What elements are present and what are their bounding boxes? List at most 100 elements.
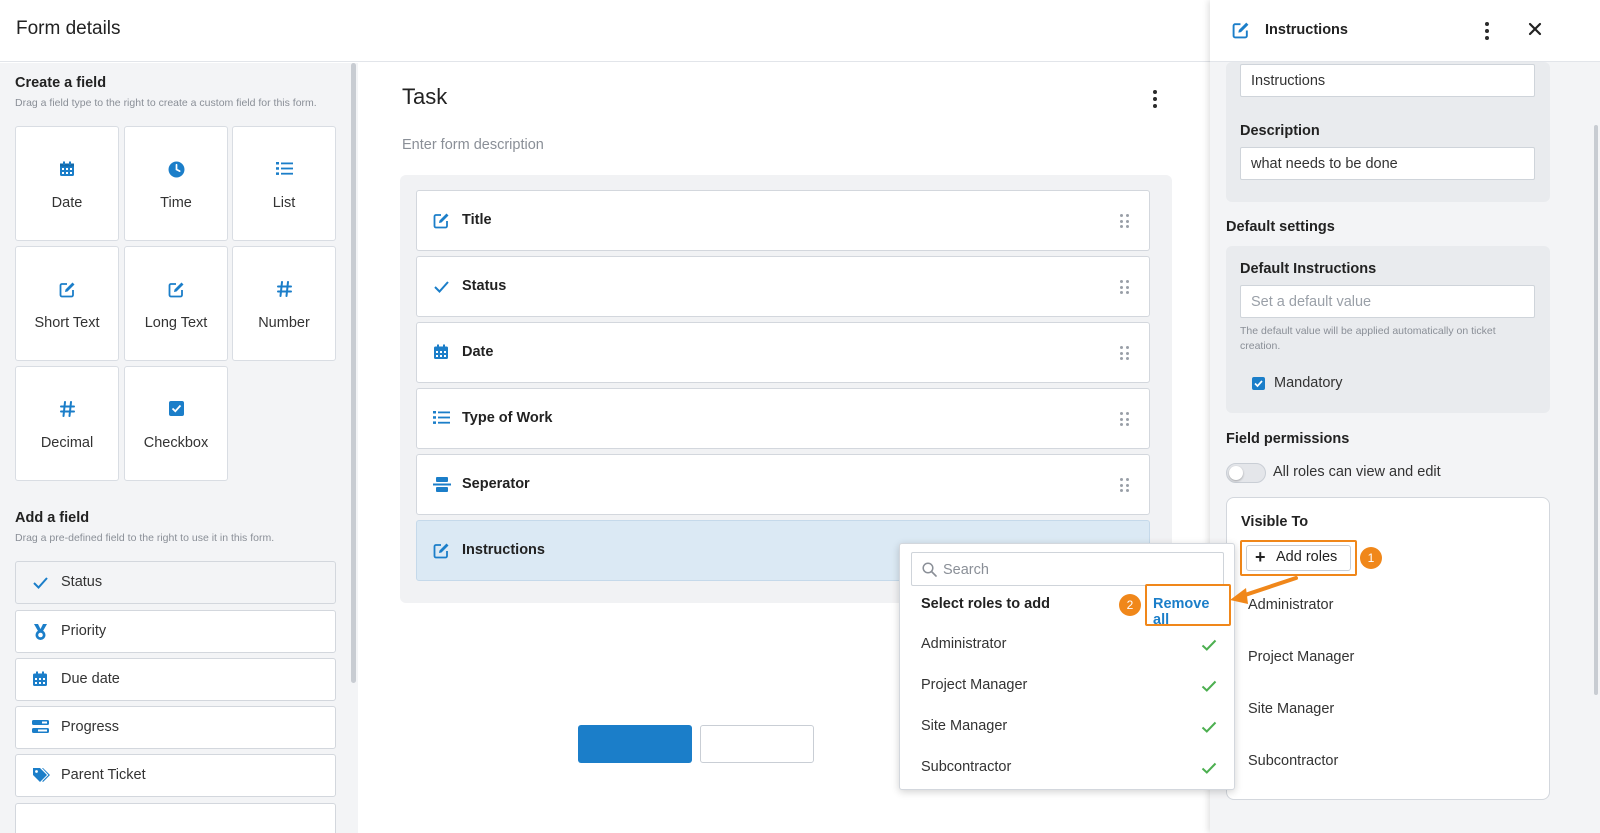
visible-to-label: Visible To [1241, 514, 1309, 530]
add-field-subtitle: Drag a pre-defined field to the right to… [15, 532, 275, 544]
separator-icon [433, 476, 451, 498]
visible-role: Project Manager [1248, 649, 1355, 665]
form-row-separator[interactable]: Seperator [416, 454, 1150, 515]
general-card: Instructions Description what needs to b… [1226, 62, 1550, 202]
panel-scrollbar[interactable] [1594, 125, 1598, 695]
tile-label: Number [258, 315, 310, 331]
tag-icon [32, 767, 50, 788]
remove-all-label: Remove all [1153, 596, 1210, 628]
add-roles-button[interactable]: + Add roles [1240, 540, 1357, 576]
field-name-input[interactable]: Instructions [1240, 64, 1535, 97]
calendar-icon [16, 161, 118, 181]
tile-date[interactable]: Date [15, 126, 119, 241]
field-label: Due date [61, 671, 120, 687]
field-next-partial[interactable] [15, 803, 336, 833]
default-settings-card: Default Instructions Set a default value… [1226, 246, 1550, 413]
tile-label: List [272, 195, 296, 211]
form-title[interactable]: Task [402, 84, 447, 110]
field-label: Parent Ticket [61, 767, 146, 783]
save-button[interactable] [578, 725, 692, 763]
page-title: Form details [16, 18, 121, 39]
panel-title: Instructions [1265, 22, 1348, 38]
form-row-label: Title [462, 212, 492, 228]
add-roles-label: Add roles [1276, 549, 1338, 565]
toggle-label: All roles can view and edit [1273, 464, 1441, 480]
field-status[interactable]: Status [15, 561, 336, 604]
field-label: Progress [61, 719, 120, 735]
form-row-date[interactable]: Date [416, 322, 1150, 383]
tile-label: Date [51, 195, 83, 211]
field-due-date[interactable]: Due date [15, 658, 336, 701]
form-row-label: Status [462, 278, 507, 294]
roles-search-input[interactable]: Search [911, 552, 1224, 586]
form-row-status[interactable]: Status [416, 256, 1150, 317]
check-icon [32, 574, 49, 596]
edit-icon [1232, 21, 1250, 44]
tile-time[interactable]: Time [124, 126, 228, 241]
panel-header: Instructions [1210, 0, 1600, 62]
edit-icon [433, 212, 450, 234]
default-settings-title: Default settings [1226, 219, 1335, 235]
mandatory-checkbox[interactable] [1252, 377, 1265, 390]
dropdown-item-site-manager[interactable]: Site Manager [921, 718, 1007, 734]
calendar-icon [32, 671, 48, 692]
default-hint: The default value will be applied automa… [1240, 325, 1496, 352]
edit-icon [125, 281, 227, 301]
dropdown-item-administrator[interactable]: Administrator [921, 636, 1006, 652]
drag-handle-icon[interactable] [1120, 346, 1129, 361]
panel-menu-icon[interactable] [1484, 22, 1490, 40]
check-icon [1201, 638, 1217, 657]
form-menu-icon[interactable] [1152, 90, 1158, 108]
drag-handle-icon[interactable] [1120, 214, 1129, 229]
tile-long-text[interactable]: Long Text [124, 246, 228, 361]
field-label: Priority [61, 623, 107, 639]
form-row-label: Type of Work [462, 410, 553, 426]
dropdown-heading: Select roles to add [921, 596, 1050, 612]
form-description-input[interactable]: Enter form description [402, 137, 544, 153]
tile-label: Short Text [34, 315, 100, 331]
dropdown-item-project-manager[interactable]: Project Manager [921, 677, 1027, 693]
list-icon [433, 410, 450, 430]
field-progress[interactable]: Progress [15, 706, 336, 749]
tile-list[interactable]: List [232, 126, 336, 241]
tile-label: Time [160, 195, 192, 211]
list-icon [233, 161, 335, 181]
description-input[interactable]: what needs to be done [1240, 147, 1535, 180]
form-row-title[interactable]: Title [416, 190, 1150, 251]
drag-handle-icon[interactable] [1120, 280, 1129, 295]
close-icon[interactable] [1528, 22, 1542, 41]
create-field-subtitle: Drag a field type to the right to create… [15, 97, 317, 109]
default-instructions-label: Default Instructions [1240, 261, 1377, 277]
edit-icon [433, 542, 450, 564]
medal-icon [32, 623, 49, 646]
drag-handle-icon[interactable] [1120, 478, 1129, 493]
all-roles-toggle[interactable] [1226, 463, 1266, 483]
visible-role: Site Manager [1248, 701, 1335, 717]
tile-decimal[interactable]: Decimal [15, 366, 119, 481]
annotation-badge-2: 2 [1119, 594, 1141, 616]
clock-icon [125, 161, 227, 181]
default-value-input[interactable]: Set a default value [1240, 285, 1535, 318]
check-icon [433, 278, 450, 300]
form-row-label: Seperator [462, 476, 530, 492]
calendar-icon [433, 344, 449, 365]
drag-handle-icon[interactable] [1120, 412, 1129, 427]
tile-short-text[interactable]: Short Text [15, 246, 119, 361]
field-parent-ticket[interactable]: Parent Ticket [15, 754, 336, 797]
form-fields-container: Title Status Date Type of Work Seperator… [400, 175, 1172, 603]
check-icon [1201, 720, 1217, 739]
progress-icon [32, 719, 49, 739]
form-row-type-of-work[interactable]: Type of Work [416, 388, 1150, 449]
tile-number[interactable]: Number [232, 246, 336, 361]
field-priority[interactable]: Priority [15, 610, 336, 653]
description-label: Description [1240, 123, 1320, 139]
remove-all-button[interactable]: Remove all [1145, 584, 1231, 628]
hash-icon [16, 401, 118, 421]
tile-checkbox[interactable]: Checkbox [124, 366, 228, 481]
form-row-label: Date [462, 344, 494, 360]
mandatory-label: Mandatory [1274, 375, 1343, 391]
annotation-badge-1: 1 [1360, 547, 1382, 569]
dropdown-item-subcontractor[interactable]: Subcontractor [921, 759, 1011, 775]
cancel-button[interactable] [700, 725, 814, 763]
palette-scrollbar[interactable] [351, 63, 356, 683]
